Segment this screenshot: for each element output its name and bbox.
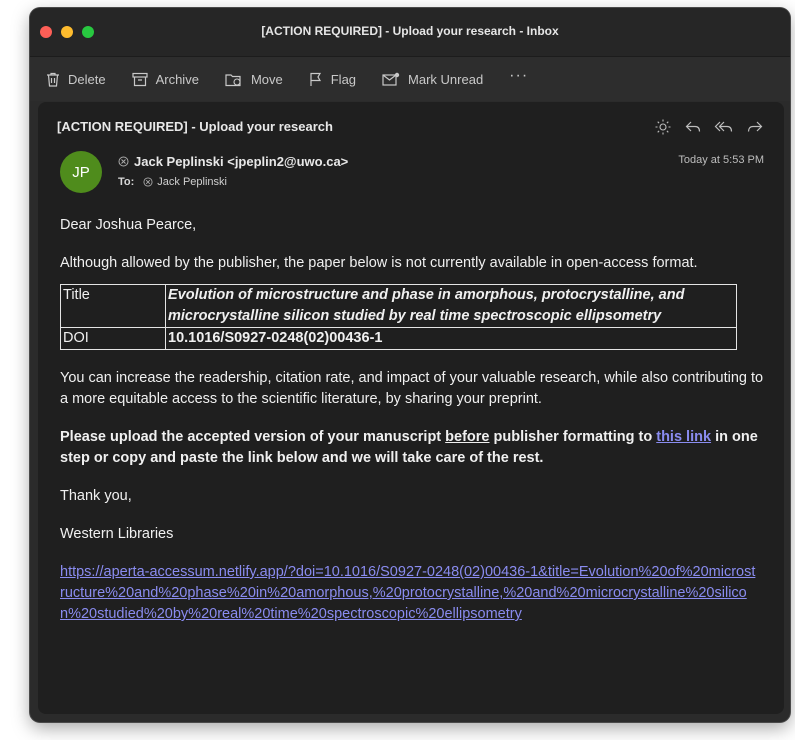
delete-label: Delete [68, 71, 106, 87]
contact-badge-icon [118, 156, 129, 167]
folder-move-icon [225, 73, 241, 86]
cta-before: before [445, 429, 490, 445]
upload-link[interactable]: this link [656, 429, 711, 445]
doi-label-cell: DOI [60, 327, 166, 350]
sharing-paragraph: You can increase the readership, citatio… [60, 370, 764, 407]
flag-label: Flag [330, 71, 357, 87]
recipient-line: To: Jack Peplinski [118, 176, 227, 188]
archive-label: Archive [155, 71, 199, 87]
reply-icon[interactable] [684, 118, 702, 136]
recipient-name[interactable]: Jack Peplinski [157, 176, 227, 188]
archive-icon [131, 72, 148, 86]
forward-icon[interactable] [746, 118, 764, 136]
sender-name: Jack Peplinski <jpeplin2@uwo.ca> [134, 154, 349, 169]
sender[interactable]: Jack Peplinski <jpeplin2@uwo.ca> [118, 154, 348, 169]
delete-button[interactable]: Delete [46, 72, 106, 87]
flag-button[interactable]: Flag [309, 72, 356, 87]
move-button[interactable]: Move [225, 72, 283, 87]
signature: Western Libraries [60, 526, 174, 542]
trash-icon [47, 72, 59, 87]
title-label-cell: Title [60, 284, 166, 328]
sun-icon[interactable] [654, 118, 672, 136]
table-row: Title Evolution of microstructure and ph… [60, 284, 737, 328]
mark-unread-label: Mark Unread [408, 71, 484, 87]
archive-button[interactable]: Archive [131, 71, 199, 87]
cta-text-1: Please upload the accepted version of yo… [60, 429, 446, 445]
doi-value-cell: 10.1016/S0927-0248(02)00436-1 [165, 327, 737, 350]
message-actions [654, 118, 764, 136]
unread-envelope-icon [382, 72, 400, 86]
cta-text-2: publisher formatting to [489, 429, 657, 445]
toolbar: Delete Archive Move Flag Mark Unread ··· [30, 57, 790, 101]
mark-unread-button[interactable]: Mark Unread [382, 72, 483, 87]
message-date: Today at 5:53 PM [678, 154, 764, 166]
more-actions-button[interactable]: ··· [509, 67, 528, 85]
message-pane: [ACTION REQUIRED] - Upload your research… [38, 102, 784, 714]
table-row: DOI 10.1016/S0927-0248(02)00436-1 [60, 327, 737, 350]
mail-window: [ACTION REQUIRED] - Upload your research… [30, 8, 790, 722]
upload-url-link[interactable]: https://aperta-accessum.netlify.app/?doi… [60, 562, 760, 625]
paper-info-table: Title Evolution of microstructure and ph… [60, 284, 737, 350]
to-label: To: [118, 176, 135, 188]
move-label: Move [250, 71, 283, 87]
window-title: [ACTION REQUIRED] - Upload your research… [261, 24, 559, 38]
greeting: Dear Joshua Pearce, [60, 217, 197, 233]
title-bar: [ACTION REQUIRED] - Upload your research… [30, 8, 790, 57]
reply-all-icon[interactable] [714, 118, 734, 136]
intro-text: Although allowed by the publisher, the p… [60, 255, 698, 271]
title-value-cell: Evolution of microstructure and phase in… [165, 284, 737, 328]
avatar: JP [60, 151, 102, 193]
call-to-action: Please upload the accepted version of yo… [60, 427, 764, 469]
message-body: Dear Joshua Pearce, Although allowed by … [60, 215, 764, 625]
flag-icon [310, 72, 321, 86]
closing: Thank you, [60, 488, 132, 504]
contact-badge-icon [143, 177, 153, 187]
message-subject: [ACTION REQUIRED] - Upload your research [57, 119, 333, 134]
